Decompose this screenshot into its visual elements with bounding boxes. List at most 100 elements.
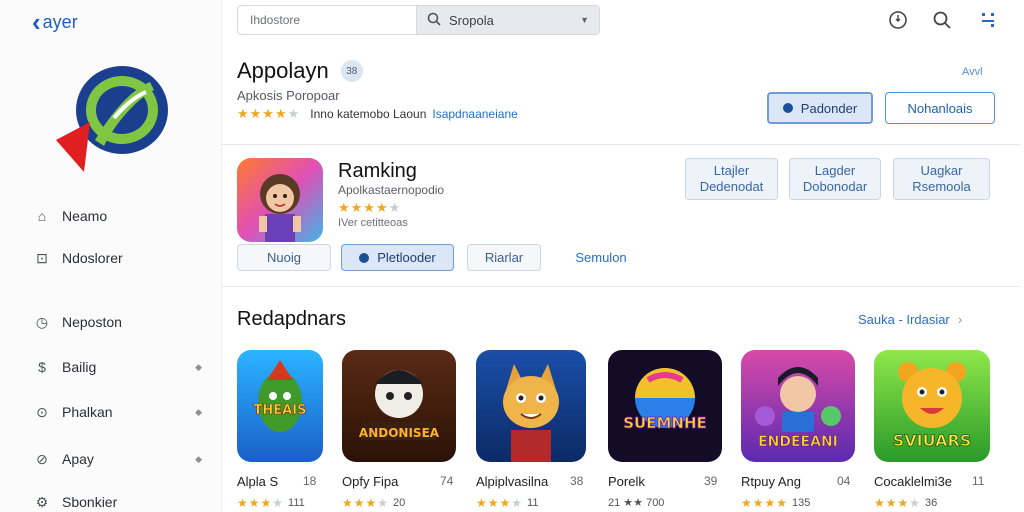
side-button-3-line1: Uagkar — [920, 163, 963, 178]
rating-link[interactable]: Isapdnaaneiane — [432, 107, 517, 121]
ranking-button-2-label: Pletlooder — [377, 250, 436, 265]
sidebar: ‹ ayer ⌂ Neamo ⊡ Ndoslorer ◷ Neposton $ … — [0, 0, 222, 512]
menu-icon[interactable] — [976, 8, 1000, 32]
sidebar-item-apps[interactable]: ⊘ Apay ◆ — [32, 449, 202, 469]
secondary-action-button[interactable]: Nohanloais — [885, 92, 995, 124]
app-tile[interactable]: ANDONISEA Opfy Fipa 74 ★★★★ 20 — [342, 350, 458, 510]
app-tile-rating-text: 36 — [925, 497, 938, 509]
side-button-2-line2: Dobonodar — [802, 179, 868, 194]
side-button-2[interactable]: Lagder Dobonodar — [789, 158, 881, 200]
sidebar-item-label: Neposton — [62, 314, 122, 330]
sidebar-item-label: Bailig — [62, 359, 97, 375]
app-tile[interactable]: Alpiplvasilna 38 ★★★★ 11 — [476, 350, 592, 510]
chevron-down-icon: ◆ — [195, 453, 202, 464]
sidebar-item-library[interactable]: ⊡ Ndoslorer — [32, 248, 202, 268]
dollar-circle-icon: ⊙ — [36, 403, 48, 420]
app-tile-rating: ★★★★ 135 — [741, 496, 810, 510]
app-tile-art: SUEMNHE — [608, 350, 722, 462]
ranking-button-2[interactable]: Pletlooder — [341, 244, 454, 271]
app-badge: 38 — [340, 60, 363, 82]
app-tile-art: SVIUARS — [874, 350, 990, 462]
app-tile-name: Cocaklelmi3e — [874, 474, 953, 489]
side-button-3-line2: Rsemoola — [912, 179, 971, 194]
search-scope-label: Sropola — [449, 12, 494, 28]
app-tile-art — [476, 350, 586, 462]
app-tile-name: Rtpuy Ang — [741, 474, 801, 489]
ranking-button-1[interactable]: Nuoig — [237, 244, 331, 271]
see-all-label: Sauka - Irdasiar — [858, 311, 950, 327]
dollar-icon: $ — [38, 359, 46, 375]
app-tile-rating: ★★★★ 36 — [874, 496, 937, 510]
ranking-stars: ★★★★★ — [338, 200, 402, 215]
side-button-1[interactable]: Ltajler Dedenodat — [685, 158, 778, 200]
top-bar: Ihdostore Sropola ▼ — [222, 0, 1024, 40]
ranking-title: Ramking — [338, 160, 417, 182]
app-tile-art-text: ENDEEANI — [758, 434, 838, 450]
gear-icon: ⚙ — [35, 493, 49, 510]
see-all-link[interactable]: Sauka - Irdasiar › — [858, 311, 962, 327]
app-tile[interactable]: ENDEEANI Rtpuy Ang 04 ★★★★ 135 — [741, 350, 857, 510]
home-icon: ⌂ — [37, 208, 47, 224]
primary-action-button[interactable]: Padonder — [767, 92, 873, 124]
sidebar-item-history[interactable]: ◷ Neposton — [32, 312, 202, 332]
search-icon — [427, 12, 441, 29]
app-tile-name: Opfy Fipa — [342, 474, 399, 489]
star-rating-icon: ★★★★ — [874, 496, 922, 510]
app-title: Appolayn 38 — [237, 58, 363, 84]
sidebar-item-purchases[interactable]: ⊙ Phalkan ◆ — [32, 402, 202, 422]
side-button-2-line1: Lagder — [814, 163, 856, 178]
rating-text: Inno katemobo Laoun — [310, 107, 427, 121]
app-tile-number: 04 — [837, 474, 851, 488]
divider — [222, 144, 1020, 145]
corner-link[interactable]: Avvl — [962, 66, 983, 78]
app-tile-art: THEAIS — [237, 350, 323, 462]
app-tile-name: Alpla S — [237, 474, 279, 489]
app-tile[interactable]: SVIUARS Cocaklelmi3e 11 ★★★★ 36 — [874, 350, 990, 510]
ranking-button-4[interactable]: Semulon — [560, 244, 642, 271]
search-icon[interactable] — [930, 8, 954, 32]
chevron-down-icon: ◆ — [195, 361, 202, 372]
app-tile-name: Alpiplvasilna — [476, 474, 549, 489]
side-button-1-line2: Dedenodat — [699, 179, 764, 194]
app-tile-rating: ★★★★ 11 — [476, 496, 538, 510]
app-logo — [56, 66, 168, 172]
app-tile-number: 11 — [972, 474, 985, 488]
sidebar-item-billing[interactable]: $ Bailig ◆ — [32, 357, 202, 377]
app-rating: ★★★★★ Inno katemobo Laoun Isapdnaaneiane — [237, 106, 518, 122]
side-button-3[interactable]: Uagkar Rsemoola — [893, 158, 990, 200]
info-icon[interactable] — [886, 8, 910, 32]
app-tile-art-text: ANDONISEA — [359, 426, 440, 440]
app-tile[interactable]: SUEMNHE Porelk 39 21 ★★ 700 — [608, 350, 724, 509]
sidebar-item-label: Neamo — [62, 208, 108, 224]
star-rating-icon: ★★★★ — [342, 496, 390, 510]
star-rating-icon: ★★★★★ — [237, 106, 301, 121]
chevron-left-icon: ‹ — [32, 7, 41, 37]
ranking-app-icon[interactable] — [237, 158, 323, 242]
back-label: ayer — [42, 11, 78, 32]
app-tile-number: 18 — [303, 474, 317, 488]
app-tile-rating: ★★★★ 20 — [342, 496, 405, 510]
ranking-meta: IVer cetitteoas — [338, 217, 408, 229]
app-tile-art-text: THEAIS — [254, 403, 307, 418]
app-tile[interactable]: THEAIS Alpla S 18 ★★★★ 111 — [237, 350, 353, 510]
clock-icon: ◷ — [35, 313, 49, 330]
side-button-1-line1: Ltajler — [713, 163, 750, 178]
sidebar-item-label: Sbonkier — [62, 494, 118, 510]
app-subtitle: Apkosis Poropoar — [237, 88, 340, 103]
app-tile-art: ENDEEANI — [741, 350, 855, 462]
app-tile-number: 39 — [704, 474, 718, 488]
search-scope-dropdown[interactable]: Sropola ▼ — [416, 5, 600, 35]
sidebar-item-settings[interactable]: ⚙ Sbonkier — [32, 492, 202, 512]
app-tile-art-text: SUEMNHE — [623, 414, 707, 432]
sidebar-item-label: Phalkan — [62, 404, 113, 420]
chevron-down-icon: ▼ — [580, 15, 589, 25]
star-rating-icon: ★★★★ — [476, 496, 524, 510]
app-tile-rating-text: 135 — [792, 497, 811, 509]
back-button[interactable]: ‹ ayer — [32, 9, 78, 35]
app-tile-rating-text: 111 — [288, 497, 305, 509]
sidebar-item-home[interactable]: ⌂ Neamo — [32, 206, 202, 226]
search-input[interactable]: Ihdostore — [237, 5, 417, 35]
primary-action-label: Padonder — [800, 100, 858, 116]
app-tile-rating: 21 ★★ 700 — [608, 496, 664, 509]
ranking-button-3[interactable]: Riarlar — [467, 244, 541, 271]
